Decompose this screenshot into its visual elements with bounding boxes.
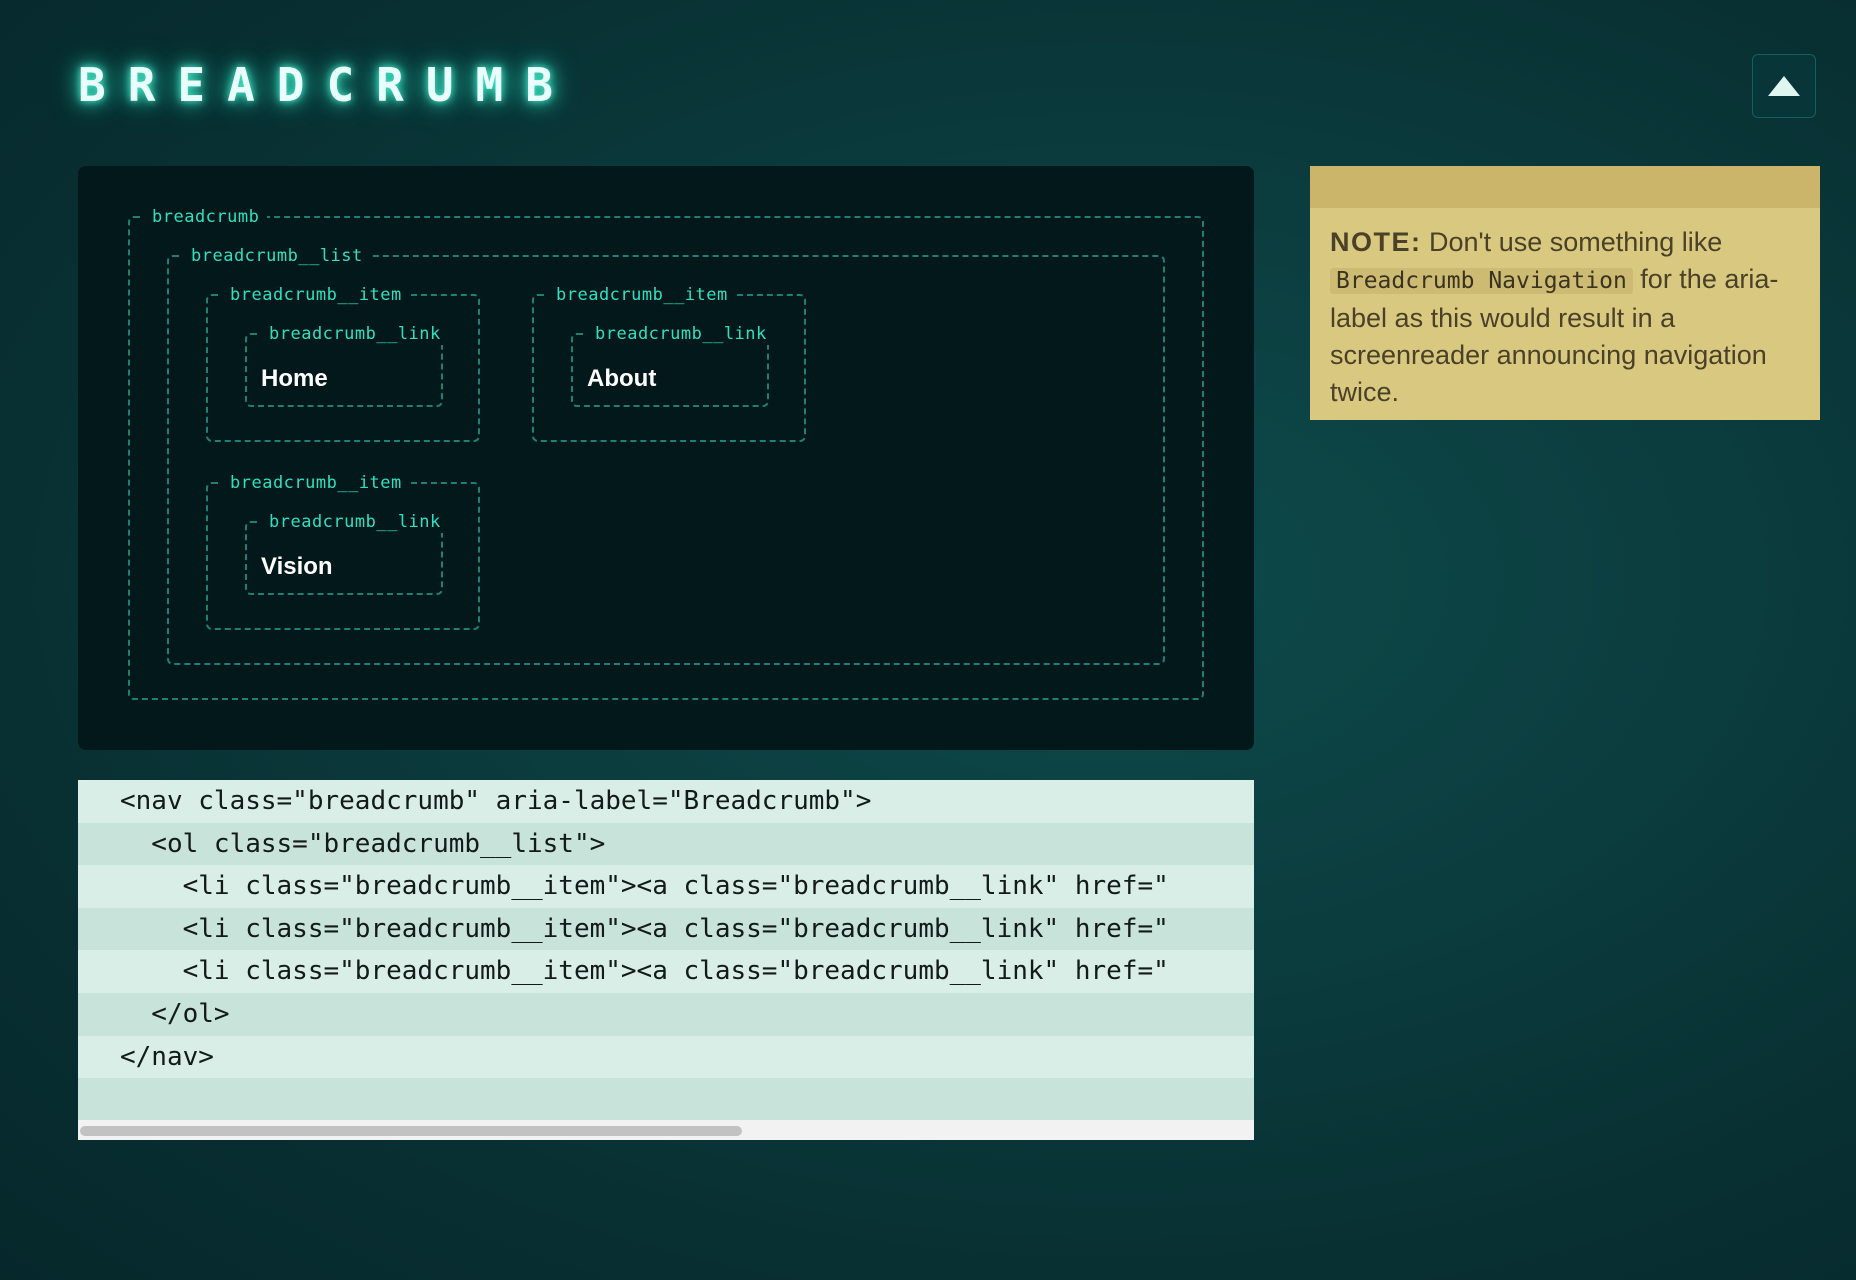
code-line: </ol> xyxy=(78,992,1254,1036)
page-title: BREADCRUMB xyxy=(78,58,575,112)
horizontal-scrollbar[interactable] xyxy=(78,1120,1254,1140)
breadcrumb-link-label: breadcrumb__link xyxy=(261,323,449,345)
breadcrumb-item-label: breadcrumb__item xyxy=(222,472,410,494)
breadcrumb-item-box: breadcrumb__item breadcrumb__link Vision xyxy=(206,472,480,630)
scroll-to-top-button[interactable] xyxy=(1752,54,1816,118)
breadcrumb-link-vision[interactable]: Vision xyxy=(261,553,333,581)
code-line: <li class="breadcrumb__item"><a class="b… xyxy=(78,865,1254,908)
code-line: <li class="breadcrumb__item"><a class="b… xyxy=(78,907,1254,951)
code-line: <li class="breadcrumb__item"><a class="b… xyxy=(78,950,1254,993)
breadcrumb-item-box: breadcrumb__item breadcrumb__link Home xyxy=(206,284,480,442)
scrollbar-thumb[interactable] xyxy=(80,1126,742,1136)
note-code: Breadcrumb Navigation xyxy=(1330,268,1633,294)
breadcrumb-nav-label: breadcrumb xyxy=(144,206,268,228)
breadcrumb-link-box[interactable]: breadcrumb__link Home xyxy=(245,323,449,407)
code-line: <nav class="breadcrumb" aria-label="Brea… xyxy=(78,780,1254,823)
breadcrumb-list-box: breadcrumb__list breadcrumb__item breadc… xyxy=(167,245,1165,665)
note-text-before: Don't use something like xyxy=(1421,227,1723,257)
note-heading: NOTE: xyxy=(1330,227,1422,257)
breadcrumb-link-box[interactable]: breadcrumb__link About xyxy=(571,323,775,407)
breadcrumb-demo-panel: breadcrumb breadcrumb__list breadcrumb__… xyxy=(78,166,1254,750)
breadcrumb-item-label: breadcrumb__item xyxy=(548,284,736,306)
note-box: NOTE: Don't use something like Breadcrum… xyxy=(1310,166,1820,420)
code-line: <ol class="breadcrumb__list"> xyxy=(78,822,1254,866)
breadcrumb-nav-box: breadcrumb breadcrumb__list breadcrumb__… xyxy=(128,206,1204,700)
code-line xyxy=(78,1078,1254,1121)
code-line: </nav> xyxy=(78,1035,1254,1079)
breadcrumb-link-home[interactable]: Home xyxy=(261,365,328,393)
code-block[interactable]: <nav class="breadcrumb" aria-label="Brea… xyxy=(78,780,1254,1140)
breadcrumb-item-box: breadcrumb__item breadcrumb__link About xyxy=(532,284,806,442)
breadcrumb-item-label: breadcrumb__item xyxy=(222,284,410,306)
breadcrumb-list-label: breadcrumb__list xyxy=(183,245,371,267)
breadcrumb-link-label: breadcrumb__link xyxy=(261,511,449,533)
breadcrumb-link-about[interactable]: About xyxy=(587,365,656,393)
triangle-up-icon xyxy=(1768,76,1800,96)
breadcrumb-link-box[interactable]: breadcrumb__link Vision xyxy=(245,511,449,595)
breadcrumb-link-label: breadcrumb__link xyxy=(587,323,775,345)
